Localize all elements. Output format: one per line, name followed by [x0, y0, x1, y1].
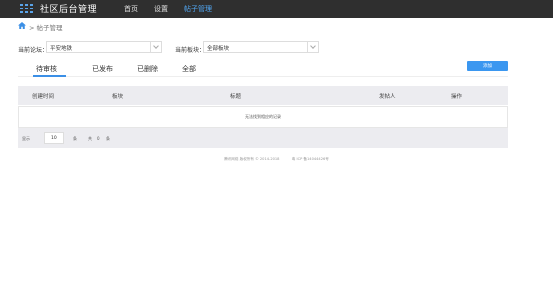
column-header-created-time[interactable]: 创建时间 [32, 92, 54, 100]
empty-message: 无法找到相应的记录 [245, 114, 281, 119]
total-count: 0 [97, 136, 100, 141]
total-unit: 条 [106, 136, 110, 141]
app-title: 社区后台管理 [40, 5, 98, 15]
page-size-unit: 条 [73, 136, 77, 141]
nav-item-home[interactable]: 首页 [124, 4, 138, 14]
tab-deleted[interactable]: 已删除 [137, 64, 158, 74]
copyright-text: 腾讯网络 版权所有 © 2014-2018 [224, 157, 280, 161]
pagination-bar: 显示 10 条 共 0 条 [18, 128, 508, 148]
column-header-actions: 操作 [451, 94, 463, 100]
forum-select[interactable]: 平安地铁 [46, 41, 162, 53]
page-size-value: 10 [51, 136, 57, 141]
board-select[interactable]: 全部板块 [203, 41, 319, 53]
nav-item-settings[interactable]: 设置 [154, 4, 168, 14]
total-label: 共 [88, 136, 92, 141]
tab-pending-review[interactable]: 待审核 [36, 64, 57, 74]
chevron-down-icon[interactable] [150, 42, 161, 52]
tab-published[interactable]: 已发布 [92, 64, 113, 74]
home-icon[interactable] [18, 22, 26, 29]
table-empty-row: 无法找到相应的记录 [18, 106, 508, 128]
table-header: 创建时间 板块 标题 发帖人 操作 [18, 86, 508, 105]
add-button-label: 添加 [483, 64, 492, 69]
chevron-down-icon[interactable] [307, 42, 318, 52]
add-button[interactable]: 添加 [467, 61, 508, 71]
forum-label: 当前论坛： [18, 47, 49, 54]
breadcrumb: > 帖子管理 [29, 24, 63, 32]
tab-divider [18, 76, 508, 77]
nav-item-post-management[interactable]: 帖子管理 [184, 4, 212, 14]
tab-all[interactable]: 全部 [182, 64, 196, 74]
copyright: 腾讯网络 版权所有 © 2014-2018 粤 ICP 备14044426号 [0, 157, 553, 162]
board-label: 当前板块： [175, 47, 206, 54]
forum-select-value: 平安地铁 [50, 46, 73, 52]
page-size-input[interactable]: 10 [44, 132, 64, 144]
icp-text[interactable]: 粤 ICP 备14044426号 [292, 157, 329, 161]
column-header-board[interactable]: 板块 [112, 92, 123, 100]
active-tab-indicator [33, 75, 66, 77]
column-header-title[interactable]: 标题 [230, 92, 241, 100]
page-size-label: 显示 [22, 136, 30, 141]
logo-grid-icon [20, 4, 35, 13]
top-nav-bar: 社区后台管理 首页 设置 帖子管理 [0, 0, 553, 18]
board-select-value: 全部板块 [207, 46, 230, 52]
column-header-poster[interactable]: 发帖人 [379, 92, 396, 100]
